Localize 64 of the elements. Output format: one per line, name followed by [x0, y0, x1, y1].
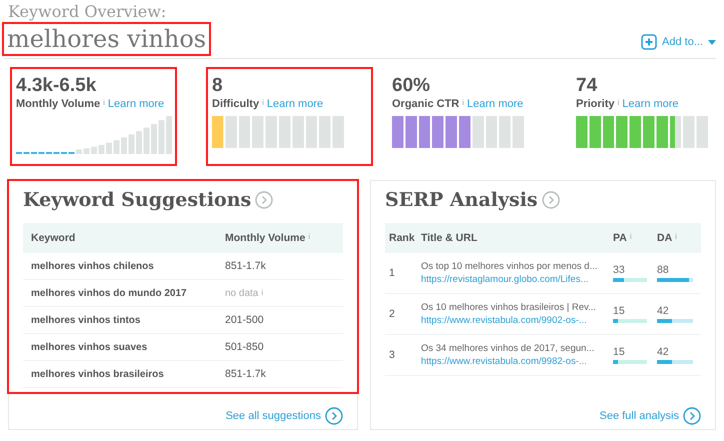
column-header: DA [657, 232, 672, 244]
result-title: Os 10 melhores vinhos brasileiros | Rev... [421, 302, 597, 313]
chevron-circle-icon[interactable] [683, 407, 701, 425]
chevron-circle-icon[interactable] [542, 191, 560, 209]
metric-value: 8 [212, 74, 224, 98]
column-header: Rank [389, 232, 415, 244]
info-icon[interactable]: i [462, 98, 464, 107]
keyword-link[interactable]: melhores vinhos tintos [31, 314, 225, 326]
rank-cell-text: 1 [389, 267, 396, 279]
result-url[interactable]: https://revistaglamour.globo.com/Lifes... [421, 274, 609, 285]
metric-value: 4.3k-6.5k [16, 74, 98, 98]
keyword-link[interactable]: melhores vinhos chilenos [31, 260, 225, 272]
metric-value: 60% [392, 74, 432, 98]
table-cell: 201-500 [225, 314, 264, 326]
info-icon[interactable]: i [675, 232, 677, 241]
rank-cell-text: 2 [389, 308, 396, 320]
learn-more-link[interactable]: Learn more [108, 98, 164, 110]
see-all-link[interactable]: See all suggestions [226, 410, 321, 422]
plus-icon [641, 34, 658, 50]
add-to-button[interactable]: Add to... [641, 34, 716, 54]
metric-label: Monthly Volume [16, 98, 100, 110]
result-title: Os 34 melhores vinhos de 2017, segun... [421, 343, 596, 354]
column-header: Monthly Volume [225, 232, 306, 244]
info-icon[interactable]: i [262, 98, 264, 107]
chevron-circle-icon[interactable] [325, 407, 343, 425]
chevron-circle-icon[interactable] [255, 191, 274, 209]
column-header: PA [613, 232, 627, 244]
info-icon[interactable]: i [618, 98, 620, 107]
info-icon[interactable]: i [261, 288, 264, 296]
card-title: Keyword Suggestions [23, 189, 252, 211]
table-cell: 851-1.7k [225, 260, 266, 272]
result-url[interactable]: https://www.revistabula.com/9902-os-... [421, 315, 609, 326]
table-cell: 851-1.7k [225, 368, 266, 380]
keyword-link[interactable]: melhores vinhos do mundo 2017 [31, 288, 225, 298]
table-cell: no data [225, 288, 258, 298]
learn-more-link[interactable]: Learn more [266, 98, 324, 110]
table-cell: 501-850 [225, 341, 264, 353]
metric-value: 74 [576, 74, 598, 98]
info-icon[interactable]: i [308, 232, 310, 241]
rank-cell-text: 3 [389, 349, 396, 361]
result-title: Os top 10 melhores vinhos por menos d... [421, 261, 598, 272]
caret-icon [708, 40, 716, 44]
result-url[interactable]: https://www.revistabula.com/9982-os-... [421, 356, 609, 367]
see-full-analysis-link[interactable]: See full analysis [600, 410, 679, 422]
info-icon[interactable]: i [103, 98, 105, 107]
pa-score: 15 [613, 346, 626, 358]
keyword-title: melhores vinhos [4, 24, 210, 54]
da-score: 88 [657, 264, 670, 276]
keyword-link[interactable]: melhores vinhos brasileiros [31, 368, 225, 380]
da-score: 42 [657, 346, 670, 358]
column-header: Keyword [31, 232, 76, 244]
learn-more-link[interactable]: Learn more [467, 98, 524, 110]
pa-score: 15 [613, 305, 626, 317]
card-title: SERP Analysis [385, 189, 538, 211]
page-kicker: Keyword Overview: [7, 1, 168, 22]
learn-more-link[interactable]: Learn more [622, 98, 679, 110]
pa-score: 33 [613, 264, 626, 276]
metric-label: Priority [576, 98, 615, 110]
info-icon[interactable]: i [630, 232, 632, 241]
keyword-link[interactable]: melhores vinhos suaves [31, 342, 225, 352]
da-score: 42 [657, 305, 670, 317]
column-header: Title & URL [421, 232, 478, 244]
metric-label: Organic CTR [392, 98, 460, 110]
metric-label: Difficulty [212, 98, 260, 110]
